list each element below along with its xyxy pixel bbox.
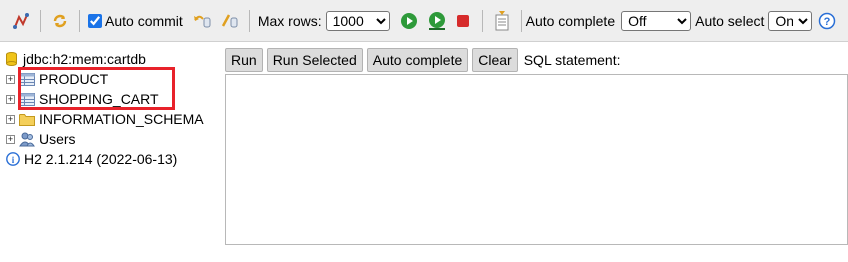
svg-text:?: ? bbox=[824, 16, 831, 28]
info-icon: i bbox=[6, 152, 20, 166]
history-icon[interactable] bbox=[491, 10, 513, 32]
toolbar-separator bbox=[248, 9, 250, 32]
expand-icon[interactable]: + bbox=[6, 74, 15, 84]
expand-icon[interactable]: + bbox=[6, 134, 15, 144]
sql-editor[interactable] bbox=[225, 74, 848, 245]
tree-version: i H2 2.1.214 (2022-06-13) bbox=[6, 149, 221, 169]
sql-statement-label: SQL statement: bbox=[523, 52, 621, 68]
tree-item-label: INFORMATION_SCHEMA bbox=[39, 111, 204, 127]
toolbar-separator bbox=[481, 9, 483, 32]
auto-select-label: Auto select bbox=[695, 12, 765, 29]
auto-complete-select[interactable]: Off bbox=[621, 10, 692, 31]
max-rows-label: Max rows: bbox=[257, 12, 322, 29]
toolbar-separator bbox=[40, 9, 41, 32]
max-rows-select[interactable]: 1000 bbox=[325, 10, 390, 31]
tree-item-label: Users bbox=[39, 131, 76, 147]
tree-connection[interactable]: jdbc:h2:mem:cartdb bbox=[6, 49, 221, 69]
tree-item-users[interactable]: + Users bbox=[6, 129, 221, 149]
version-label: H2 2.1.214 (2022-06-13) bbox=[24, 151, 178, 167]
help-icon[interactable]: ? bbox=[816, 10, 838, 32]
auto-select-select[interactable]: On bbox=[768, 10, 813, 31]
toolbar-separator bbox=[520, 9, 522, 32]
refresh-icon[interactable] bbox=[49, 10, 71, 32]
tree-item-shopping-cart[interactable]: + SHOPPING_CART bbox=[6, 89, 221, 109]
rollback-icon[interactable] bbox=[191, 10, 213, 32]
toolbar-separator bbox=[79, 9, 80, 32]
query-button-bar: Run Run Selected Auto complete Clear SQL… bbox=[225, 48, 620, 72]
clear-button[interactable]: Clear bbox=[472, 48, 518, 72]
run-button[interactable]: Run bbox=[225, 48, 263, 72]
users-icon bbox=[19, 132, 35, 146]
expand-icon[interactable]: + bbox=[6, 114, 15, 124]
expand-icon[interactable]: + bbox=[6, 94, 15, 104]
auto-commit-label: Auto commit bbox=[105, 12, 183, 29]
auto-complete-button[interactable]: Auto complete bbox=[366, 48, 469, 72]
connection-label: jdbc:h2:mem:cartdb bbox=[23, 51, 146, 67]
run-icon[interactable] bbox=[398, 10, 420, 32]
schema-tree: jdbc:h2:mem:cartdb + PRODUCT + SHOPPING_… bbox=[6, 49, 221, 169]
run-selected-icon[interactable] bbox=[426, 10, 448, 32]
table-icon bbox=[19, 92, 35, 106]
folder-icon bbox=[19, 113, 35, 126]
auto-commit-checkbox[interactable] bbox=[88, 13, 102, 28]
stop-icon[interactable] bbox=[452, 10, 474, 32]
tree-item-label: PRODUCT bbox=[39, 71, 109, 87]
tree-item-label: SHOPPING_CART bbox=[39, 91, 159, 107]
disconnect-icon[interactable] bbox=[10, 10, 32, 32]
tree-item-product[interactable]: + PRODUCT bbox=[6, 69, 221, 89]
auto-complete-label: Auto complete bbox=[525, 12, 616, 29]
database-icon bbox=[6, 52, 17, 66]
table-icon bbox=[19, 72, 35, 86]
tree-item-information-schema[interactable]: + INFORMATION_SCHEMA bbox=[6, 109, 221, 129]
toolbar: Auto commit Max rows: 1000 Auto complete… bbox=[0, 0, 848, 42]
run-selected-button[interactable]: Run Selected bbox=[266, 48, 363, 72]
commit-icon[interactable] bbox=[219, 10, 241, 32]
